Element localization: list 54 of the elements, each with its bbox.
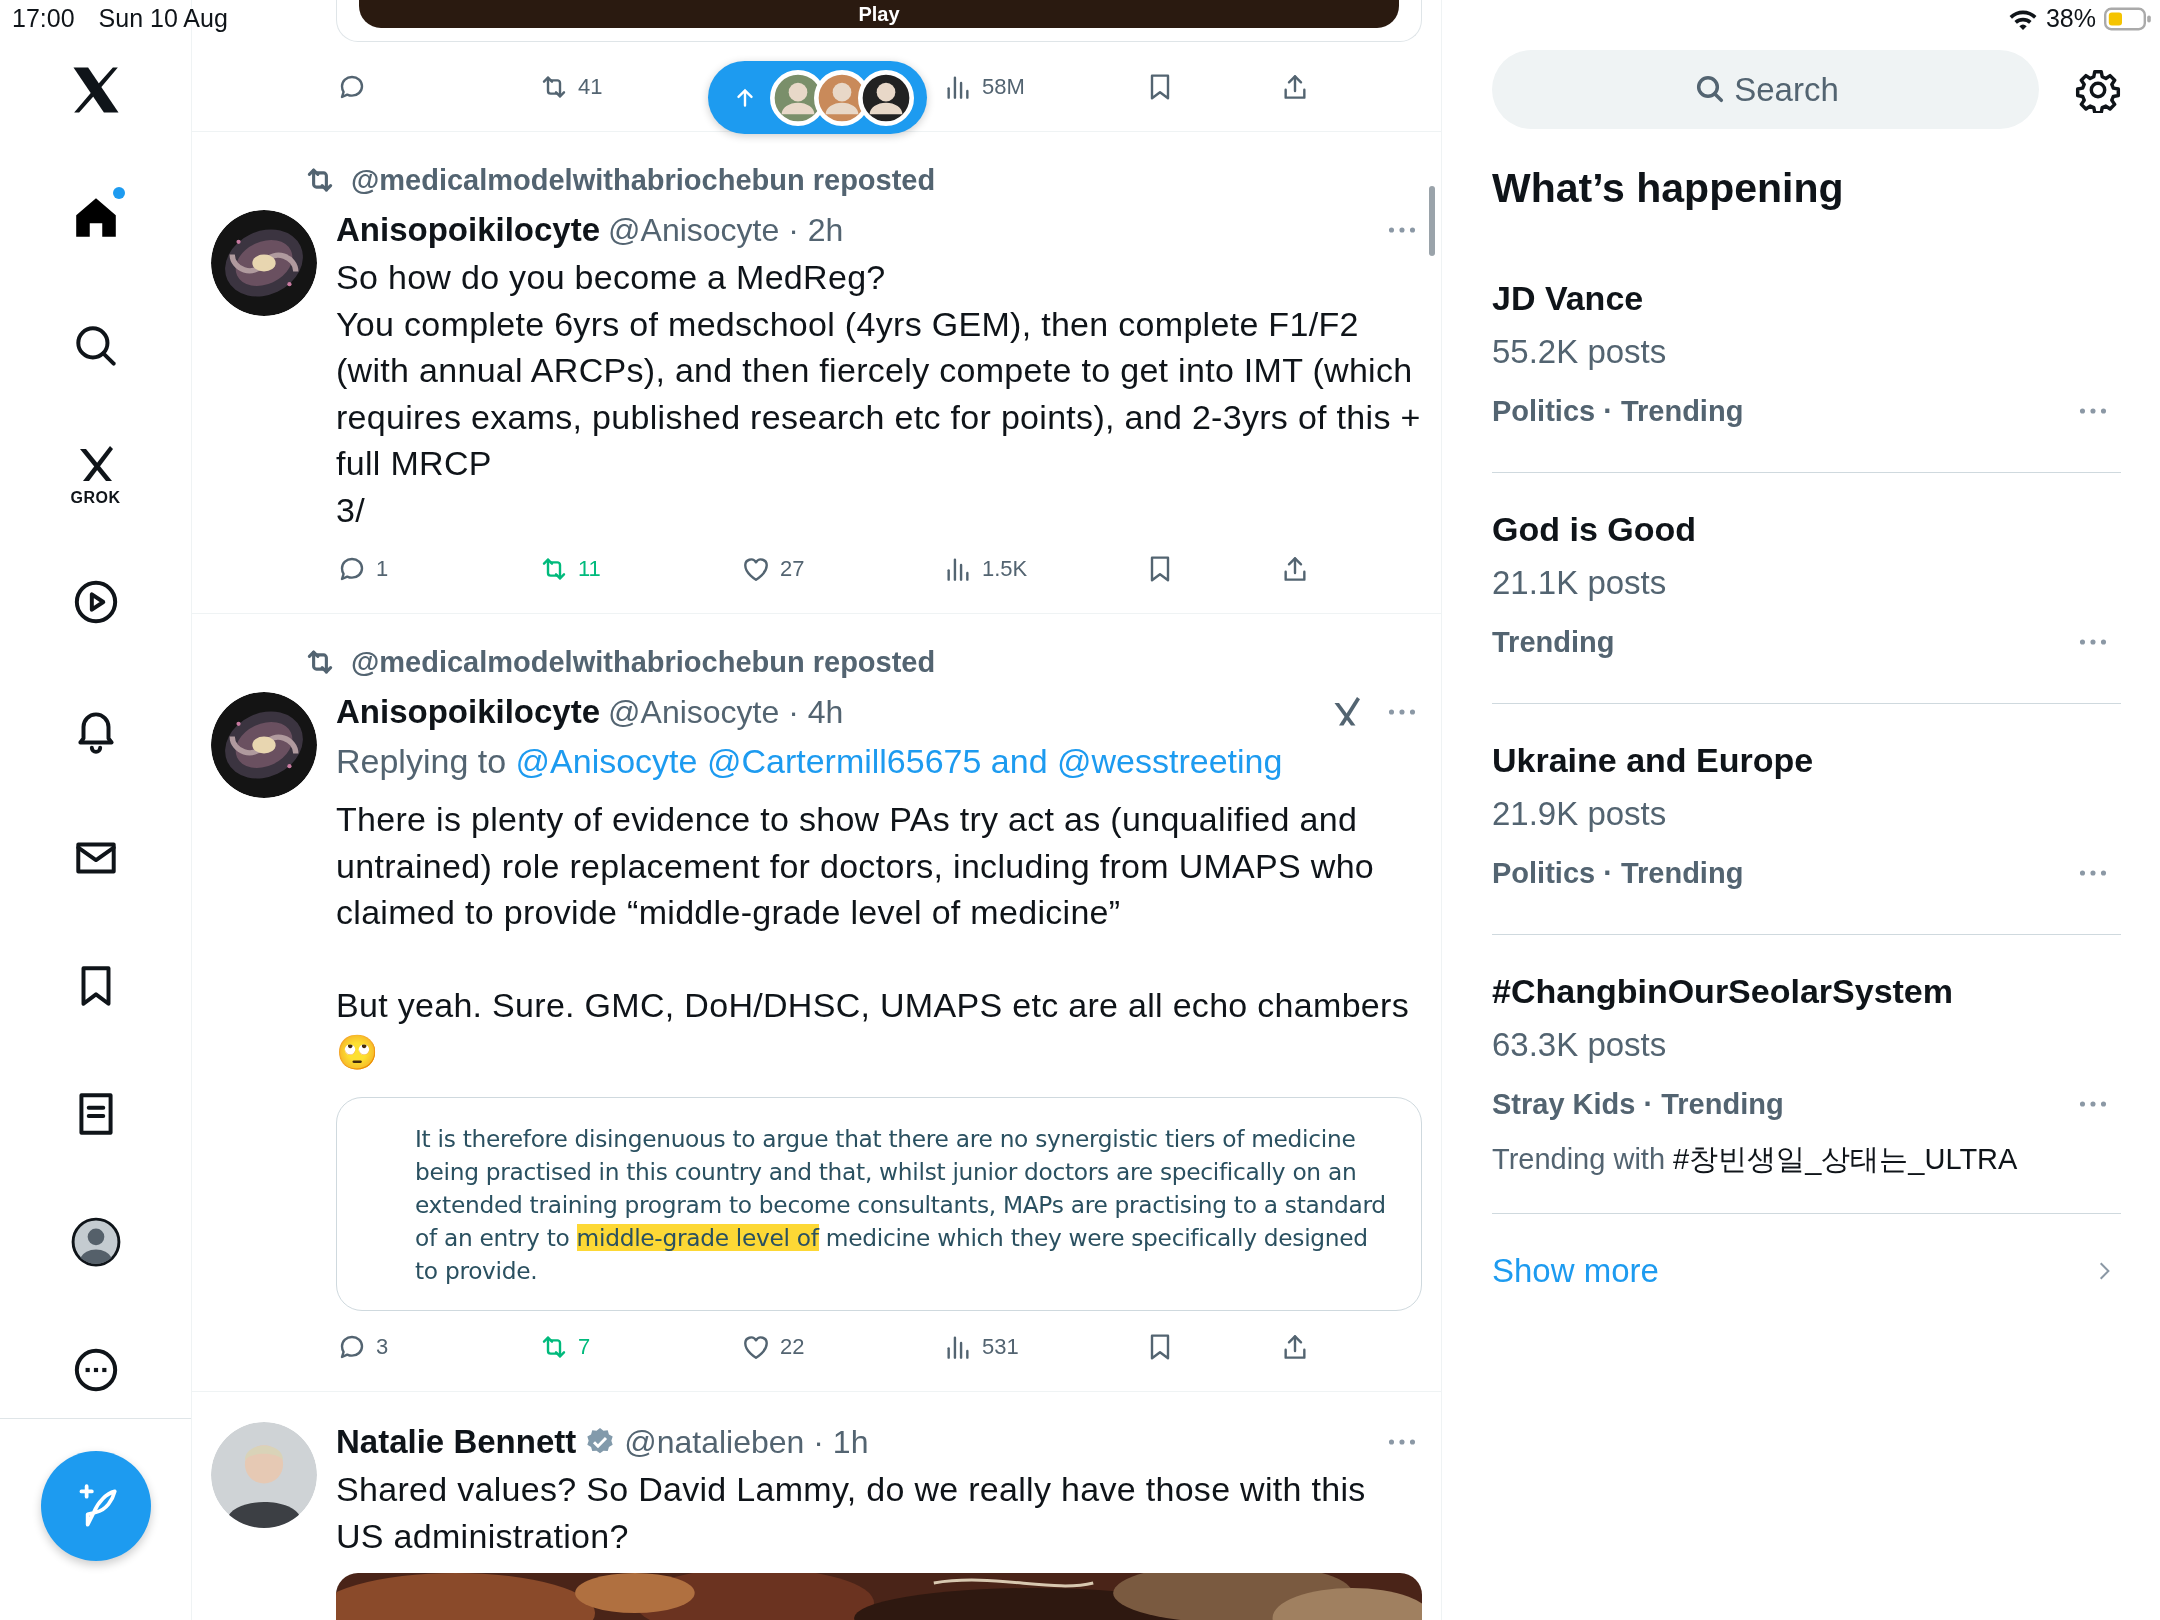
post-count: 21.1K posts xyxy=(1492,563,1668,603)
trend-title[interactable]: JD Vance xyxy=(1492,274,2121,322)
trend-category: Trending xyxy=(1492,625,1615,659)
repost-label[interactable]: @medicalmodelwithabriochebun reposted xyxy=(351,163,936,197)
status-time: 17:00 xyxy=(12,4,75,33)
search-field[interactable]: Search xyxy=(1492,50,2039,129)
trend-category: Stray Kids · Trending xyxy=(1492,1087,1784,1121)
count: 11 xyxy=(578,556,601,582)
author-name[interactable]: Anisopoikilocyte xyxy=(336,693,601,731)
count: 41 xyxy=(578,73,603,100)
count: 7 xyxy=(578,1334,591,1360)
scrollbar[interactable] xyxy=(1429,186,1435,256)
post-text: There is plenty of evidence to show PAs try act as (unqualified and untrained) role replacement for doctors, including from UMAPS who claimed to provide “middle-grade level of medicine” But yeah. Sure. GMC, DoH/DHSC, UMAPS etc are all echo chambers 🙄 xyxy=(336,799,1410,1073)
count: 1.5K xyxy=(982,556,1028,582)
count: 27 xyxy=(780,556,805,582)
post-count: 21.9K posts xyxy=(1492,794,1668,834)
count: 3 xyxy=(376,1334,389,1360)
play-button[interactable]: Play xyxy=(359,0,1399,28)
handle-and-time[interactable]: @natalieben · 1h xyxy=(624,1423,869,1461)
handle-and-time[interactable]: @Anisocyte · 2h xyxy=(608,211,844,249)
count: 1 xyxy=(376,556,389,582)
trend-title[interactable]: God is Good xyxy=(1492,505,2121,553)
author-name[interactable]: Natalie Bennett xyxy=(336,1423,577,1461)
hashtag-link[interactable]: #창빈생일_상태는_ULTRA xyxy=(1673,1143,2018,1175)
handle-and-time[interactable]: @Anisocyte · 4h xyxy=(608,693,844,731)
section-title: What’s happening xyxy=(1492,165,1845,212)
replying-to: Replying to @Anisocyte @Cartermill65675 and @wesstreeting xyxy=(336,741,1284,782)
post-count: 63.3K posts xyxy=(1492,1025,1668,1065)
trend-title[interactable]: #ChangbinOurSeolarSystem xyxy=(1492,967,2121,1015)
profile-icon[interactable] xyxy=(70,1217,121,1267)
status-date: Sun 10 Aug xyxy=(98,4,228,33)
chevron-right-icon[interactable] xyxy=(2097,1260,2111,1282)
grok-button[interactable]: GROK xyxy=(70,441,121,507)
post-text: So how do you become a MedReg? You complete 6yrs of medschool (4yrs GEM), then complete F1/F2 (with annual ARCPs), and then fiercely compete to get into IMT (which requires exams, published research etc for points), and 2-3yrs of this + full MRCP 3/ xyxy=(336,257,1422,531)
quoted-image[interactable] xyxy=(336,1097,1422,1311)
author-name[interactable]: Anisopoikilocyte xyxy=(336,211,601,249)
post-text: Shared values? So David Lammy, do we really have those with this US administration? xyxy=(336,1469,1367,1557)
count: 531 xyxy=(982,1334,1019,1360)
count: 58M xyxy=(982,73,1025,100)
battery-percent: 38% xyxy=(2045,4,2096,33)
post-count: 55.2K posts xyxy=(1492,332,1668,372)
count: 22 xyxy=(780,1334,805,1360)
user-avatar xyxy=(858,69,914,126)
trend-context: Trending with #창빈생일_상태는_ULTRA xyxy=(1492,1142,2019,1177)
trend-title[interactable]: Ukraine and Europe xyxy=(1492,736,2121,784)
new-posts-button[interactable] xyxy=(708,61,927,134)
compose-button[interactable] xyxy=(40,1451,151,1561)
user-avatar[interactable] xyxy=(211,1422,317,1528)
document-text: It is therefore disingenuous to argue that there are no synergistic tiers of medicine being practised in this country and that, whilst junior doctors are specifically on an extended training program to become consultants, MAPs are practising to a standard of an entry to middle-grade level of medicine which they were specifically designed to provide. xyxy=(415,1124,1387,1286)
repost-label[interactable]: @medicalmodelwithabriochebun reposted xyxy=(351,645,936,679)
trend-category: Politics · Trending xyxy=(1492,856,1744,890)
search-icon xyxy=(1694,73,1726,105)
trend-category: Politics · Trending xyxy=(1492,394,1744,428)
battery-icon xyxy=(2104,6,2152,31)
